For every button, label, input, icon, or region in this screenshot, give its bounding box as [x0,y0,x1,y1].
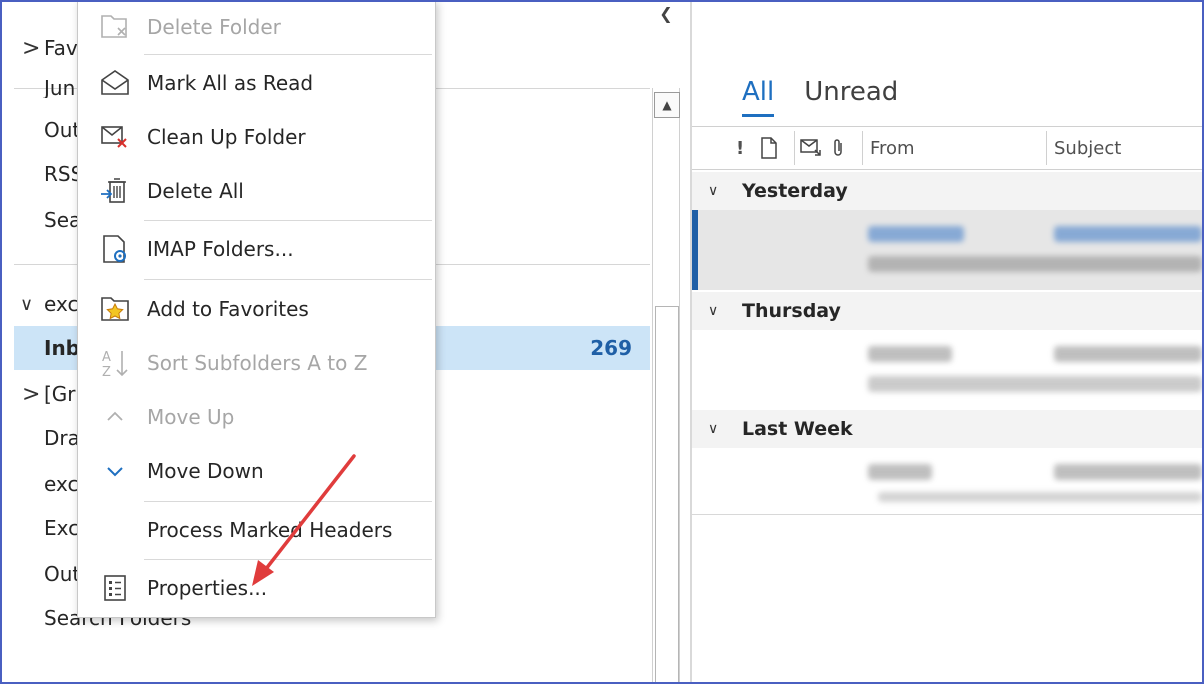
menu-item-move-down[interactable]: Move Down [78,445,435,497]
menu-item-label: Delete All [147,179,244,203]
chevron-down-icon[interactable]: ∨ [708,421,718,437]
chevron-down-icon[interactable]: ∨ [708,303,718,319]
document-icon[interactable] [760,127,778,169]
menu-item-label: Add to Favorites [147,297,309,321]
filter-tabs: All Unread [742,77,898,117]
svg-text:Z: Z [102,365,111,378]
chevron-right-icon[interactable]: > [22,382,40,407]
group-header-last-week[interactable]: ∨ Last Week [692,410,1202,448]
folder-label: Dra [44,426,80,450]
menu-item-add-to-favorites[interactable]: Add to Favorites [78,283,435,335]
chevron-down-icon[interactable]: ∨ [20,294,33,315]
folder-label: Out [44,118,81,142]
menu-item-clean-up-folder[interactable]: Clean Up Folder [78,111,435,163]
menu-item-imap-folders[interactable]: IMAP Folders... [78,223,435,275]
chevron-up-icon [100,402,130,432]
menu-item-delete-folder[interactable]: Delete Folder [78,1,435,53]
unread-count-badge: 269 [590,336,632,360]
menu-item-label: Move Up [147,405,235,429]
group-label: Last Week [742,418,853,440]
group-header-thursday[interactable]: ∨ Thursday [692,292,1202,330]
menu-item-process-marked-headers[interactable]: Process Marked Headers [78,504,435,556]
folder-context-menu: Delete Folder Mark All as Read Clean Up … [77,0,436,618]
menu-item-label: Mark All as Read [147,71,314,95]
message-row[interactable] [692,448,1202,512]
message-list-pane: All Unread ! From Subject ∨ Yesterday ∨ … [692,2,1202,682]
menu-item-move-up[interactable]: Move Up [78,391,435,443]
attachment-icon[interactable] [830,127,846,169]
group-label: Yesterday [742,180,848,202]
scroll-up-icon[interactable]: ▲ [654,92,680,118]
folder-label: exc [44,292,79,316]
folder-label: Fav [44,36,78,60]
properties-icon [100,573,130,603]
collapse-pane-icon[interactable]: ❮ [652,2,680,24]
delete-folder-icon [100,12,130,42]
folder-label: exc [44,472,79,496]
tab-unread[interactable]: Unread [804,77,898,117]
chevron-down-icon [100,456,130,486]
menu-item-delete-all[interactable]: Delete All [78,165,435,217]
svg-text:A: A [102,350,111,365]
imap-folders-icon [100,234,130,264]
folder-label: Sea [44,208,82,232]
flag-envelope-icon[interactable] [800,127,824,169]
menu-item-label: Clean Up Folder [147,125,306,149]
favorites-star-icon [100,294,130,324]
envelope-open-icon [100,68,130,98]
menu-item-label: Move Down [147,459,264,483]
list-end-divider [692,514,1202,515]
menu-item-label: IMAP Folders... [147,237,294,261]
menu-item-sort-subfolders[interactable]: AZ Sort Subfolders A to Z [78,337,435,389]
group-header-yesterday[interactable]: ∨ Yesterday [692,172,1202,210]
folder-label: Jun [44,76,76,98]
group-label: Thursday [742,300,841,322]
from-column[interactable]: From [870,127,915,169]
menu-item-label: Process Marked Headers [147,518,393,542]
folder-label: Exc [44,516,80,540]
subject-column[interactable]: Subject [1054,127,1121,169]
sort-az-icon: AZ [100,348,130,378]
folder-scrollbar[interactable]: ▲ [652,88,680,684]
scroll-thumb[interactable] [655,306,679,684]
folder-label: Inb [44,336,80,360]
message-row[interactable] [692,210,1202,290]
clean-up-folder-icon [100,122,130,152]
message-row[interactable] [692,330,1202,410]
chevron-down-icon[interactable]: ∨ [708,183,718,199]
importance-column[interactable]: ! [736,127,744,169]
menu-item-mark-all-read[interactable]: Mark All as Read [78,57,435,109]
tab-all[interactable]: All [742,77,775,117]
chevron-right-icon[interactable]: > [22,36,40,61]
menu-item-label: Delete Folder [147,15,281,39]
folder-label: Out [44,562,81,586]
menu-item-label: Properties... [147,576,268,600]
selection-indicator [692,210,698,290]
column-header: ! From Subject [692,126,1202,170]
menu-item-properties[interactable]: Properties... [78,562,435,614]
delete-all-icon [100,176,130,206]
folder-label: [Gr [44,382,76,406]
menu-item-label: Sort Subfolders A to Z [147,351,368,375]
